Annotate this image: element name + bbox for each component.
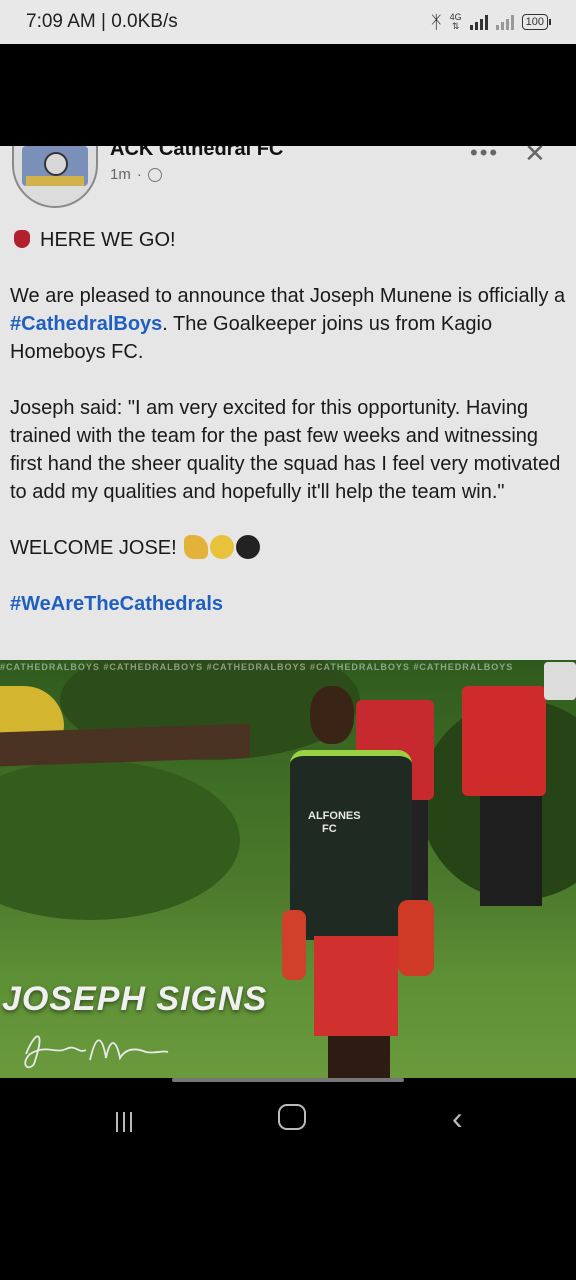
goalkeeper-glove xyxy=(398,900,434,976)
home-button-icon[interactable] xyxy=(278,1104,306,1130)
goalkeeper-shorts xyxy=(314,936,398,1036)
goalkeeper-glove xyxy=(282,910,306,980)
post-headline: HERE WE GO! xyxy=(40,229,176,251)
goalkeeper-head xyxy=(310,686,354,744)
recent-apps-icon[interactable] xyxy=(104,1102,144,1142)
bush xyxy=(0,760,240,920)
quote-paragraph: Joseph said: "I am very excited for this… xyxy=(10,397,561,503)
back-icon[interactable]: ‹ xyxy=(452,1100,463,1137)
home-indicator xyxy=(172,1078,404,1082)
battery-icon: 100 xyxy=(521,14,552,30)
more-options-icon[interactable]: ••• xyxy=(470,146,499,166)
yellow-circle-icon xyxy=(210,535,235,559)
post-headline-line: HERE WE GO! xyxy=(10,226,566,254)
background-player xyxy=(462,686,546,796)
meta-separator: · xyxy=(136,166,142,183)
shirt-text: ALFONES FC xyxy=(308,810,361,836)
announcement-text: We are pleased to announce that Joseph M… xyxy=(10,285,566,307)
rose-icon xyxy=(14,230,30,248)
page-name[interactable]: ACK Cathedral FC xyxy=(110,146,283,161)
flexed-biceps-icon xyxy=(184,535,209,559)
hashtag-cathedralboys[interactable]: #CathedralBoys xyxy=(10,313,162,335)
goalkeeper-shirt xyxy=(290,750,412,940)
status-icons: ᛡ 4G ⇅ 100 xyxy=(430,11,552,33)
bluetooth-icon: ᛡ xyxy=(430,11,442,32)
welcome-text: WELCOME JOSE! xyxy=(10,537,177,559)
status-time: 7:09 AM | 0.0KB/s xyxy=(26,11,178,32)
image-watermark: #CATHEDRALBOYS #CATHEDRALBOYS #CATHEDRAL… xyxy=(0,662,514,672)
hashtag-line: #WeAreTheCathedrals xyxy=(10,590,566,618)
image-headline: JOSEPH SIGNS xyxy=(2,980,268,1018)
goalkeeper-legs xyxy=(328,1036,390,1078)
hashtag-wearethecathedrals[interactable]: #WeAreTheCathedrals xyxy=(10,593,223,615)
post-time[interactable]: 1m xyxy=(110,166,131,183)
top-black-band xyxy=(0,44,576,146)
welcome-line: WELCOME JOSE! xyxy=(10,534,566,562)
club-crest-icon xyxy=(22,146,88,186)
post-header: ACK Cathedral FC 1m · ••• ✕ xyxy=(12,146,564,208)
page-avatar[interactable] xyxy=(12,146,98,208)
post-body: HERE WE GO! We are pleased to announce t… xyxy=(10,226,566,646)
battery-level: 100 xyxy=(525,16,544,28)
navigation-bar: ‹ xyxy=(0,1078,576,1280)
globe-icon xyxy=(147,167,162,182)
post-photo[interactable]: ALFONES FC #CATHEDRALBOYS #CATHEDRALBOYS … xyxy=(0,660,576,1078)
shirt-text-line-1: ALFONES xyxy=(308,810,361,822)
close-icon[interactable]: ✕ xyxy=(524,146,546,169)
status-bar: 7:09 AM | 0.0KB/s ᛡ 4G ⇅ 100 xyxy=(0,0,576,44)
signature-icon xyxy=(24,1035,169,1069)
network-type-icon: 4G ⇅ xyxy=(449,12,462,31)
black-circle-icon xyxy=(236,535,261,559)
signal-2-icon xyxy=(495,14,514,30)
facebook-post: ACK Cathedral FC 1m · ••• ✕ HERE WE GO! … xyxy=(0,146,576,660)
announcement-paragraph: We are pleased to announce that Joseph M… xyxy=(10,282,566,366)
post-meta: 1m · xyxy=(110,166,162,183)
background-player-legs xyxy=(480,796,542,906)
shirt-text-line-2: FC xyxy=(322,823,337,835)
signal-icon xyxy=(469,14,488,30)
